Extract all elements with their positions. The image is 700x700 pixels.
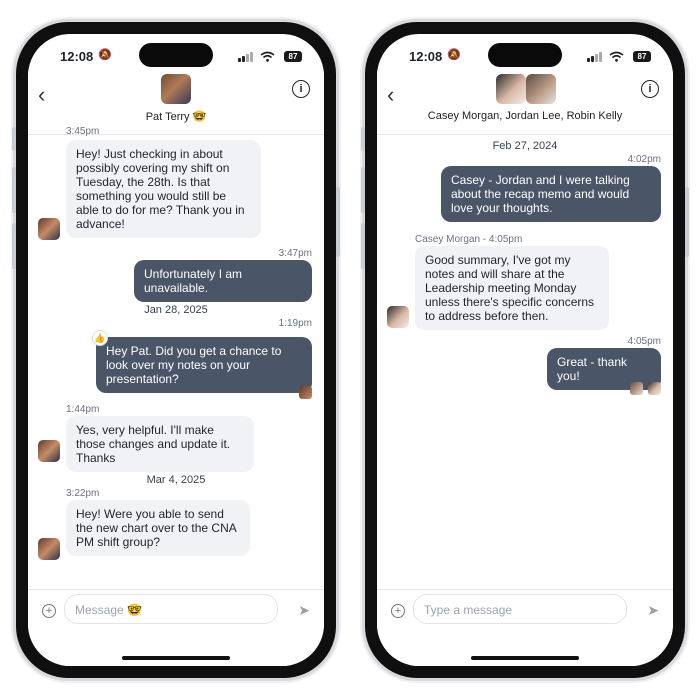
composer: + Type a message ➤ (377, 589, 673, 666)
info-icon[interactable]: i (641, 80, 659, 98)
date-separator: Mar 4, 2025 (146, 474, 206, 486)
volume-down-button (361, 223, 365, 269)
cellular-signal-icon (238, 52, 253, 62)
chat-header: ‹ Casey Morgan, Jordan Lee, Robin Kelly … (377, 70, 673, 135)
phone-left: 12:08 🔕 87 ‹ Pat Terry 🤓 i 3:45pm Hey! J… (12, 22, 340, 678)
message-incoming[interactable]: Hey! Were you able to send the new chart… (66, 500, 250, 556)
message-outgoing[interactable]: Casey - Jordan and I were talking about … (441, 166, 661, 222)
send-icon[interactable]: ➤ (647, 602, 659, 619)
screen: 12:08 🔕 87 ‹ Casey Morgan, Jordan Lee, R… (377, 34, 673, 666)
message-list[interactable]: 3:45pm Hey! Just checking in about possi… (28, 126, 324, 590)
battery-indicator: 87 (284, 51, 302, 62)
send-icon[interactable]: ➤ (298, 602, 310, 619)
volume-up-button (12, 167, 16, 213)
status-time: 12:08 (409, 49, 443, 64)
status-time: 12:08 (60, 49, 94, 64)
info-icon[interactable]: i (292, 80, 310, 98)
cellular-signal-icon (587, 52, 602, 62)
home-indicator (122, 656, 230, 660)
plus-circle-icon[interactable]: + (42, 604, 56, 618)
avatar (38, 218, 60, 240)
message-time: 1:19pm (278, 318, 312, 329)
message-input[interactable]: Type a message (413, 594, 627, 624)
read-receipt-avatar (630, 382, 643, 395)
message-time: 4:02pm (627, 154, 661, 165)
message-time: 3:22pm (66, 488, 100, 499)
home-indicator (471, 656, 579, 660)
chevron-left-icon[interactable]: ‹ (387, 82, 394, 108)
message-sender-time: Casey Morgan - 4:05pm (415, 234, 523, 245)
status-bar: 12:08 🔕 87 (377, 46, 673, 66)
wifi-icon (260, 50, 275, 65)
message-outgoing[interactable]: Great - thank you! (547, 348, 661, 390)
bell-muted-icon: 🔕 (447, 49, 461, 61)
avatar (38, 538, 60, 560)
mute-switch (12, 127, 16, 151)
composer: + Message 🤓 ➤ (28, 589, 324, 666)
message-incoming[interactable]: Hey! Just checking in about possibly cov… (66, 140, 261, 238)
mute-switch (361, 127, 365, 151)
group-names[interactable]: Casey Morgan, Jordan Lee, Robin Kelly (377, 110, 673, 122)
message-time: 3:47pm (278, 248, 312, 259)
power-button (336, 187, 340, 257)
date-separator: Feb 27, 2024 (492, 140, 558, 152)
volume-down-button (12, 223, 16, 269)
message-time: 4:05pm (627, 336, 661, 347)
avatar[interactable] (161, 74, 191, 104)
message-list[interactable]: Feb 27, 2024 4:02pm Casey - Jordan and I… (377, 134, 673, 590)
message-input[interactable]: Message 🤓 (64, 594, 278, 624)
message-outgoing[interactable]: Hey Pat. Did you get a chance to look ov… (96, 337, 312, 393)
avatar[interactable] (496, 74, 526, 104)
battery-indicator: 87 (633, 51, 651, 62)
screen: 12:08 🔕 87 ‹ Pat Terry 🤓 i 3:45pm Hey! J… (28, 34, 324, 666)
bell-muted-icon: 🔕 (98, 49, 112, 61)
power-button (685, 187, 689, 257)
volume-up-button (361, 167, 365, 213)
read-receipt-avatar (299, 386, 312, 399)
phone-right: 12:08 🔕 87 ‹ Casey Morgan, Jordan Lee, R… (361, 22, 689, 678)
thumbs-up-reaction-icon[interactable]: 👍 (92, 330, 108, 346)
avatar (38, 440, 60, 462)
avatar (387, 306, 409, 328)
message-incoming[interactable]: Yes, very helpful. I'll make those chang… (66, 416, 254, 472)
chevron-left-icon[interactable]: ‹ (38, 82, 45, 108)
message-incoming[interactable]: Good summary, I've got my notes and will… (415, 246, 609, 330)
message-time: 3:45pm (66, 126, 100, 137)
message-outgoing[interactable]: Unfortunately I am unavailable. (134, 260, 312, 302)
read-receipt-avatar (648, 382, 661, 395)
date-separator: Jan 28, 2025 (144, 304, 208, 316)
message-time: 1:44pm (66, 404, 100, 415)
plus-circle-icon[interactable]: + (391, 604, 405, 618)
avatar[interactable] (526, 74, 556, 104)
status-bar: 12:08 🔕 87 (28, 46, 324, 66)
contact-name[interactable]: Pat Terry 🤓 (28, 110, 324, 123)
wifi-icon (609, 50, 624, 65)
